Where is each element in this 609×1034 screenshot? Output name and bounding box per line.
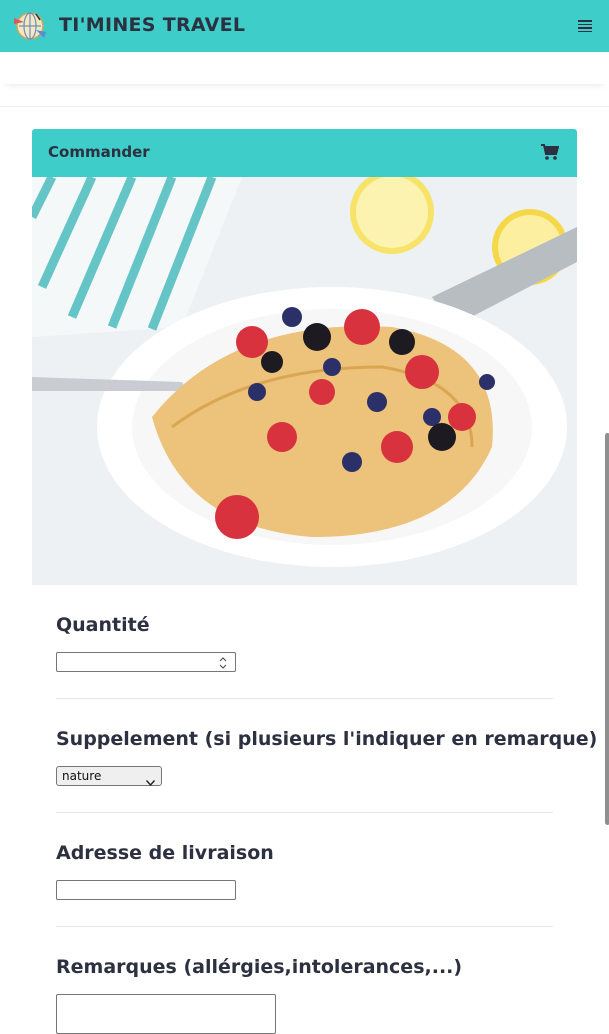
order-card-title: Commander (48, 143, 150, 161)
brand-name[interactable]: TI'MINES TRAVEL (59, 14, 245, 36)
remarks-textarea[interactable] (56, 994, 276, 1034)
brand-logo-icon[interactable] (10, 8, 50, 44)
shopping-cart-icon[interactable] (541, 144, 560, 161)
top-navbar: TI'MINES TRAVEL (0, 0, 609, 52)
product-image (32, 177, 577, 585)
quantity-spinner-icon[interactable] (215, 655, 231, 669)
chevron-down-icon (145, 773, 156, 787)
field-divider (56, 698, 553, 699)
remarks-label: Remarques (allérgies,intolerances,...) (56, 956, 463, 978)
supplement-select[interactable]: nature (56, 766, 162, 787)
field-divider (56, 812, 553, 813)
supplement-label: Suppelement (si plusieurs l'indiquer en … (56, 728, 598, 750)
field-divider (56, 926, 553, 927)
order-card-header: Commander (32, 129, 577, 177)
scrollbar-thumb[interactable] (605, 433, 609, 825)
address-label: Adresse de livraison (56, 842, 274, 864)
navbar-dropdown-area (0, 52, 609, 84)
supplement-selected-value: nature (62, 769, 102, 783)
address-input[interactable] (56, 880, 236, 900)
section-divider (0, 106, 609, 107)
quantity-label: Quantité (56, 614, 150, 636)
hamburger-menu-icon[interactable] (575, 16, 595, 36)
quantity-input[interactable] (56, 652, 236, 672)
